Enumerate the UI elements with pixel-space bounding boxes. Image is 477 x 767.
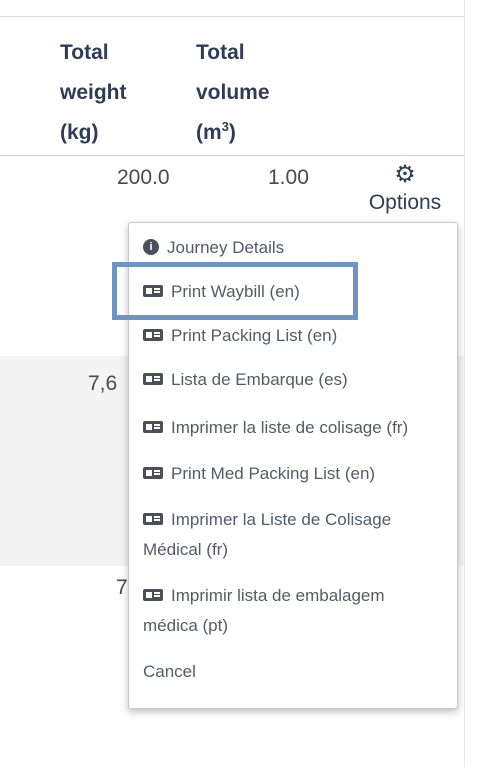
table-header: Total weight (kg) Total volume (m3)	[0, 17, 464, 156]
header-line-unit: (m3)	[196, 113, 270, 153]
menu-item-journey-details[interactable]: i Journey Details	[129, 233, 457, 263]
menu-item-label: Cancel	[143, 662, 196, 681]
options-button[interactable]: ⚙ Options	[360, 162, 450, 218]
id-card-icon	[143, 284, 163, 297]
menu-item-label: Lista de Embarque (es)	[171, 370, 348, 389]
total-weight-cell: 7	[116, 576, 128, 599]
menu-item-liste-colisage-medical[interactable]: Imprimer la Liste de Colisage Médical (f…	[129, 505, 457, 565]
id-card-icon	[143, 420, 163, 433]
menu-item-label-line2: médica (pt)	[143, 616, 229, 635]
menu-item-label: Print Packing List (en)	[171, 326, 338, 345]
total-weight-cell: 200.0	[117, 166, 170, 189]
options-label: Options	[368, 191, 442, 214]
menu-item-label: Imprimir lista de embalagem	[171, 586, 385, 605]
unit-close: )	[228, 121, 236, 144]
gear-icon: ⚙	[394, 161, 416, 188]
menu-item-print-waybill[interactable]: Print Waybill (en)	[129, 277, 457, 307]
menu-item-label: Imprimer la Liste de Colisage	[171, 510, 392, 529]
menu-item-label: Imprimer la liste de colisage (fr)	[171, 418, 409, 437]
id-card-icon	[143, 328, 163, 341]
menu-item-label: Journey Details	[167, 238, 285, 257]
header-line: Total	[60, 41, 109, 64]
unit-open: (m	[196, 121, 222, 144]
menu-item-lista-embalagem-medica[interactable]: Imprimir lista de embalagem médica (pt)	[129, 581, 457, 641]
id-card-icon	[143, 588, 163, 601]
total-weight-cell: 7,6	[88, 372, 118, 395]
total-volume-cell: 1.00	[268, 166, 309, 189]
menu-item-cancel[interactable]: Cancel	[129, 657, 457, 687]
options-dropdown-menu: i Journey Details Print Waybill (en) Prin…	[128, 222, 458, 709]
menu-item-label-line2: Médical (fr)	[143, 540, 229, 559]
menu-item-label: Print Med Packing List (en)	[171, 464, 376, 483]
header-line: weight	[60, 81, 127, 104]
page-right-edge	[464, 0, 477, 767]
shipments-table-view: Total weight (kg) Total volume (m3) 200.…	[0, 0, 477, 767]
menu-item-lista-de-embarque[interactable]: Lista de Embarque (es)	[129, 365, 457, 395]
id-card-icon	[143, 466, 163, 479]
menu-item-label: Print Waybill (en)	[171, 282, 300, 301]
menu-item-print-packing-list[interactable]: Print Packing List (en)	[129, 321, 457, 351]
header-line: Total	[196, 41, 245, 64]
id-card-icon	[143, 372, 163, 385]
id-card-icon	[143, 512, 163, 525]
header-line: (kg)	[60, 121, 99, 144]
column-header-total-volume[interactable]: Total volume (m3)	[196, 33, 270, 153]
info-icon: i	[143, 238, 159, 255]
header-line: volume	[196, 81, 270, 104]
column-header-total-weight[interactable]: Total weight (kg)	[60, 33, 127, 153]
unit-exponent: 3	[221, 119, 229, 134]
menu-item-print-med-packing-list[interactable]: Print Med Packing List (en)	[129, 459, 457, 489]
menu-item-imprimer-liste-colisage[interactable]: Imprimer la liste de colisage (fr)	[129, 413, 457, 443]
